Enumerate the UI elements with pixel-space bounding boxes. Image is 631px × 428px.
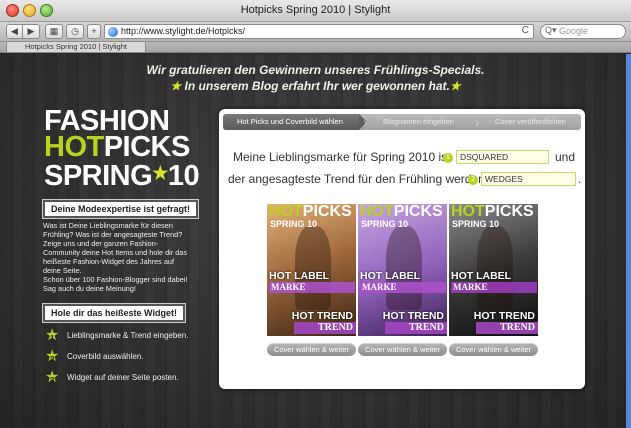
step-label: Lieblingsmarke & Trend eingeben.: [67, 331, 189, 340]
globe-icon: [108, 27, 118, 37]
trend-label: der angesagteste Trend für den Frühling …: [228, 172, 485, 186]
address-bar[interactable]: http://www.stylight.de/Hotpicks/ C: [104, 24, 534, 39]
cover-hot-trend: HOT TREND: [473, 310, 535, 322]
intro-line: Community deine Hot Items und hole dir d…: [43, 248, 187, 257]
logo-hot: HOT: [44, 131, 104, 163]
step-label: Widget auf deiner Seite posten.: [67, 373, 179, 382]
brand-label: Meine Lieblingsmarke für Spring 2010 ist: [233, 150, 451, 164]
wizard-step-3: Cover veröffentlichen: [495, 117, 566, 126]
choose-cover-3-button[interactable]: Cover wählen & weiter: [449, 343, 538, 356]
cover-hot-trend: HOT TREND: [382, 310, 444, 322]
url-text[interactable]: http://www.stylight.de/Hotpicks/: [121, 26, 245, 36]
step-label: Coverbild auswählen.: [67, 352, 144, 361]
fashion-hotpicks-logo: FASHION HOTPICKS SPRING★10: [44, 107, 200, 192]
brand-input[interactable]: DSQUARED: [456, 150, 549, 164]
model-image: [295, 226, 331, 310]
tab-bar: Hotpicks Spring 2010 | Stylight: [0, 42, 631, 53]
window-titlebar: Hotpicks Spring 2010 | Stylight: [0, 0, 631, 22]
trend-input[interactable]: WEDGES: [481, 172, 576, 186]
wizard-step-1: Hot Picks und Coverbild wählen: [223, 114, 367, 130]
and-label: und: [555, 150, 576, 164]
cover-hot-label: HOT LABEL: [269, 270, 330, 282]
star-icon: ★: [449, 79, 461, 93]
scrollbar[interactable]: [626, 54, 631, 428]
tab-hotpicks[interactable]: Hotpicks Spring 2010 | Stylight: [6, 42, 146, 53]
intro-line: Sag auch du deine Meinung!: [43, 284, 136, 293]
model-image: [386, 226, 422, 310]
back-button[interactable]: ◀: [6, 24, 23, 39]
cover-hot-trend: HOT TREND: [291, 310, 353, 322]
cover-title: HOTPICKS: [269, 204, 352, 220]
intro-line: Frühling? Was ist der angesagteste Trend…: [43, 230, 183, 239]
intro-line: heißeste Fashion-Widget des Jahres auf: [43, 257, 175, 266]
page-content: Wir gratulieren den Gewinnern unseres Fr…: [0, 54, 631, 428]
logo-spring: SPRING★10: [44, 160, 200, 192]
cover-marke: MARKE: [451, 282, 537, 293]
history-button[interactable]: ◷: [66, 24, 84, 39]
window-title: Hotpicks Spring 2010 | Stylight: [240, 4, 391, 16]
cover-spring: SPRING 10: [361, 219, 409, 229]
star-icon: ★: [170, 79, 182, 93]
cover-marke: MARKE: [360, 282, 446, 293]
cover-option-2[interactable]: HOTPICKS SPRING 10 HOT LABEL MARKE HOT T…: [358, 204, 447, 336]
star-badge-icon: ★ 3: [45, 369, 60, 386]
widget-heading: Hole dir das heißeste Widget!: [43, 304, 185, 322]
step-two-icon: 2: [468, 175, 478, 185]
reload-icon[interactable]: C: [522, 25, 529, 36]
logo-ten: 10: [167, 160, 200, 192]
search-field[interactable]: Q▾ Google: [540, 24, 626, 39]
cover-title: HOTPICKS: [451, 204, 534, 220]
chevron-right-icon: ›: [363, 114, 368, 130]
wizard-steps: Hot Picks und Coverbild wählen › Blognam…: [223, 114, 581, 130]
cover-hot-label: HOT LABEL: [451, 270, 512, 282]
cover-trend: TREND: [294, 322, 356, 334]
winner-banner[interactable]: Wir gratulieren den Gewinnern unseres Fr…: [0, 62, 631, 94]
star-badge-icon: ★ 1: [45, 327, 60, 344]
banner-line-2-text: In unserem Blog erfahrt Ihr wer gewonnen…: [184, 79, 450, 93]
banner-line-1: Wir gratulieren den Gewinnern unseres Fr…: [146, 63, 485, 77]
logo-hotpicks: HOTPICKS: [44, 131, 199, 163]
cover-option-1[interactable]: HOTPICKS SPRING 10 HOT LABEL MARKE HOT T…: [267, 204, 356, 336]
star-badge-icon: ★ 2: [45, 348, 60, 365]
cover-marke: MARKE: [269, 282, 355, 293]
period-label: .: [578, 172, 582, 186]
forward-button[interactable]: ▶: [23, 24, 40, 39]
expertise-heading: Deine Modeexpertise ist gefragt!: [43, 200, 199, 218]
logo-spring-text: SPRING: [44, 160, 153, 192]
browser-toolbar: ◀ ▶ ▦ ◷ + http://www.stylight.de/Hotpick…: [0, 22, 631, 42]
choose-cover-2-button[interactable]: Cover wählen & weiter: [358, 343, 447, 356]
cover-trend: TREND: [476, 322, 538, 334]
add-bookmark-button[interactable]: +: [87, 24, 101, 39]
search-placeholder: Google: [559, 26, 589, 36]
cover-title: HOTPICKS: [360, 204, 443, 220]
widget-panel: Hot Picks und Coverbild wählen › Blognam…: [219, 109, 585, 389]
logo-picks: PICKS: [103, 131, 191, 163]
search-icon: Q▾: [545, 25, 557, 35]
intro-line: Zeige uns und der ganzen Fashion-: [43, 239, 159, 248]
choose-cover-1-button[interactable]: Cover wählen & weiter: [267, 343, 356, 356]
intro-line: Was ist Deine Lieblingsmarke für diesen: [43, 221, 173, 230]
intro-text: Was ist Deine Lieblingsmarke für diesen …: [43, 221, 213, 293]
star-icon: ★: [152, 163, 168, 183]
top-sites-button[interactable]: ▦: [45, 24, 63, 39]
cover-hot-label: HOT LABEL: [360, 270, 421, 282]
step-one-icon: 1: [443, 153, 453, 163]
intro-line: Schon über 100 Fashion-Blogger sind dabe…: [43, 275, 188, 284]
cover-spring: SPRING 10: [452, 219, 500, 229]
banner-line-2: ★ In unserem Blog erfahrt Ihr wer gewonn…: [0, 78, 631, 94]
model-image: [477, 226, 513, 310]
cover-trend: TREND: [385, 322, 447, 334]
cover-spring: SPRING 10: [270, 219, 318, 229]
intro-line: deine Seite.: [43, 266, 82, 275]
chevron-right-icon: ›: [475, 114, 480, 130]
wizard-step-2: Blognamen eingeben: [383, 117, 454, 126]
cover-option-3[interactable]: HOTPICKS SPRING 10 HOT LABEL MARKE HOT T…: [449, 204, 538, 336]
